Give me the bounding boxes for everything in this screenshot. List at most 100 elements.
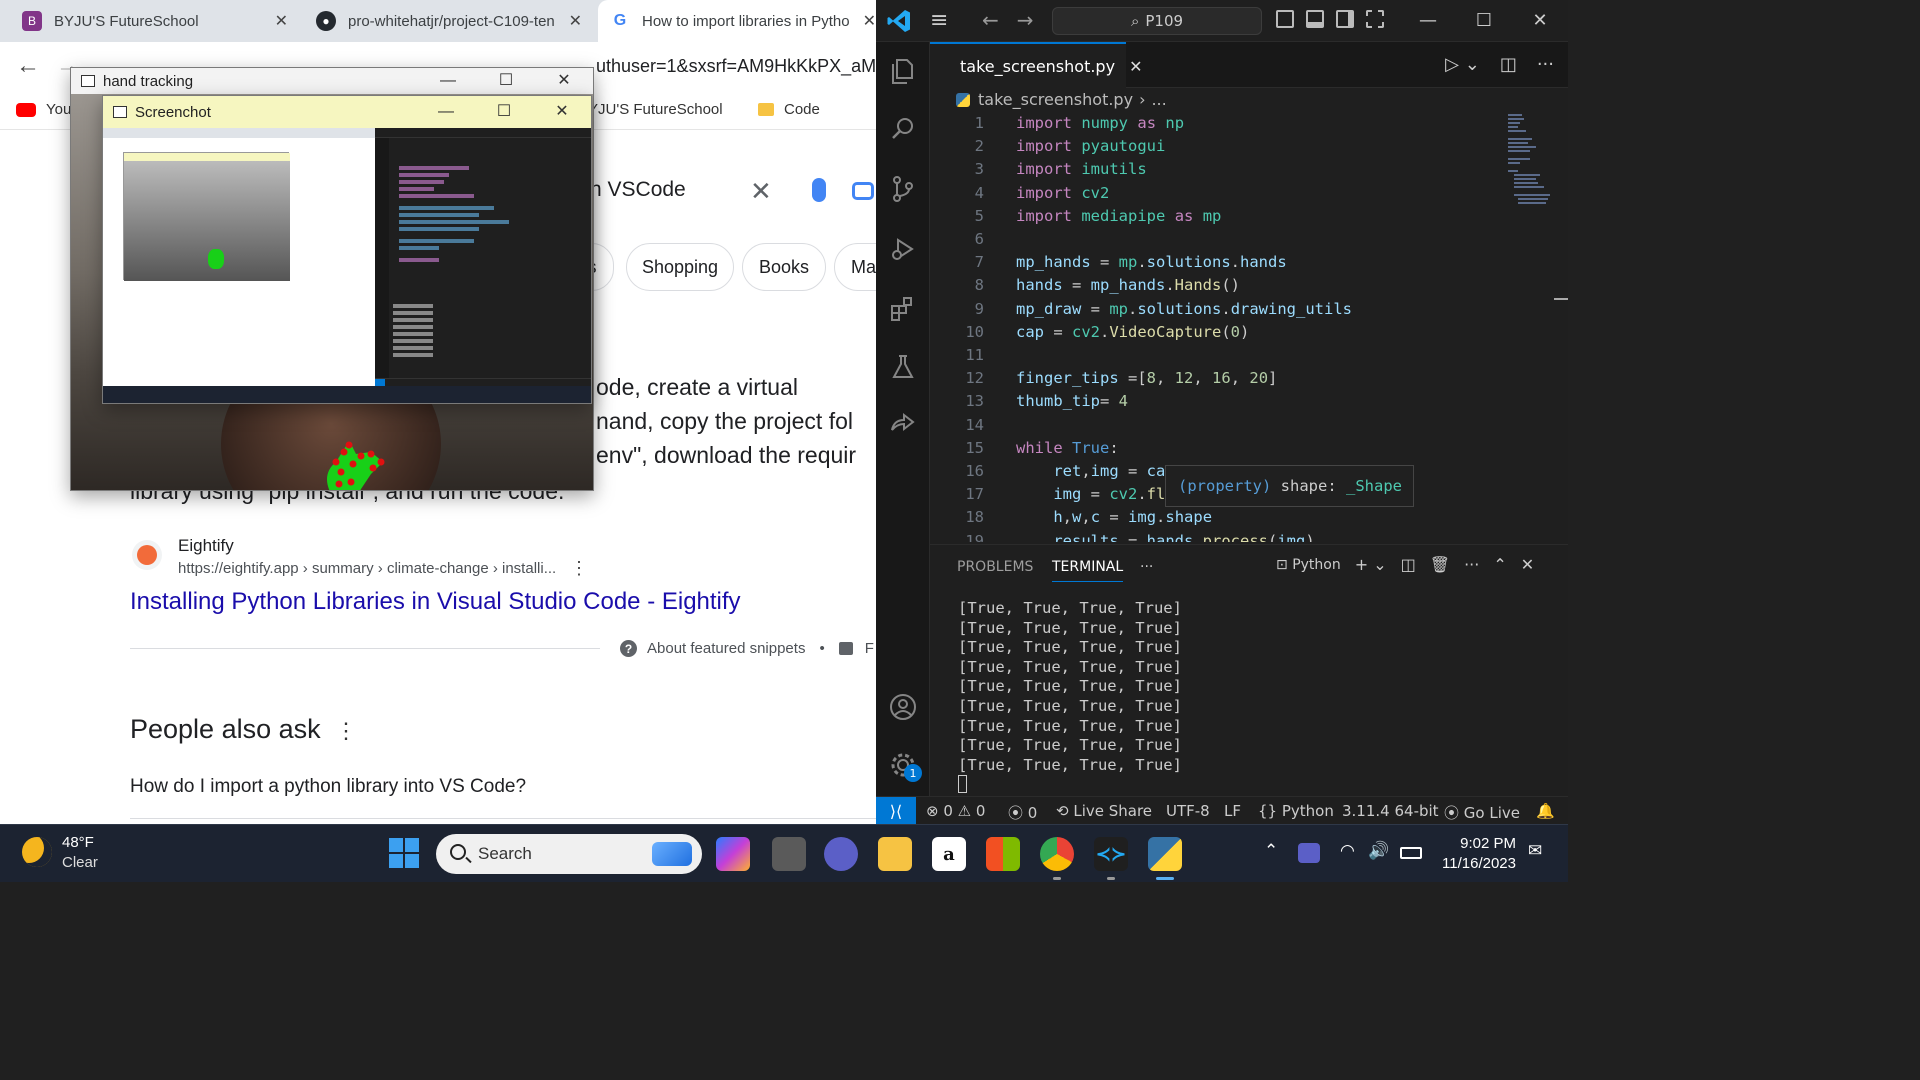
nav-arrows-icon[interactable]: ←→	[982, 8, 1052, 32]
language-status[interactable]: {} Python	[1258, 802, 1334, 820]
maximize-icon[interactable]: ☐	[475, 96, 533, 128]
microphone-icon[interactable]	[812, 178, 826, 202]
source-control-icon[interactable]	[888, 174, 918, 204]
command-center[interactable]: ⌕ P109	[1052, 7, 1262, 35]
code-line[interactable]: 2 import pyautogui	[930, 135, 1510, 158]
meet-icon[interactable]	[824, 837, 858, 871]
more-actions-icon[interactable]: ···	[1464, 555, 1479, 574]
browser-tab-github[interactable]: ● pro-whitehatjr/project-C109-ten ✕	[304, 0, 594, 42]
result-more-icon[interactable]: ⋮	[570, 558, 588, 579]
code-line[interactable]: 8 hands = mp_hands.Hands()	[930, 274, 1510, 297]
browser-tab-google[interactable]: G How to import libraries in Pytho ✕	[598, 0, 876, 42]
back-arrow-icon[interactable]: ←	[16, 52, 40, 80]
customize-layout-icon[interactable]	[1366, 10, 1384, 28]
minimize-icon[interactable]: —	[417, 96, 475, 128]
code-line[interactable]: 14	[930, 414, 1510, 437]
result-source-name[interactable]: Eightify	[178, 536, 234, 556]
python-icon[interactable]	[1148, 837, 1182, 871]
code-line[interactable]: 1 import numpy as np	[930, 112, 1510, 135]
close-panel-icon[interactable]: ✕	[1521, 555, 1534, 574]
terminal-output[interactable]: [True, True, True, True] [True, True, Tru…	[958, 599, 1182, 795]
teams-icon[interactable]	[1298, 843, 1320, 863]
ports-status[interactable]: ⦿ 0	[1008, 802, 1037, 823]
close-tab-icon[interactable]: ✕	[863, 11, 876, 31]
code-line[interactable]: 4 import cv2	[930, 182, 1510, 205]
extensions-icon[interactable]	[888, 294, 918, 324]
toggle-sidebar-icon[interactable]	[1276, 10, 1294, 28]
maximize-icon[interactable]: ☐	[477, 68, 535, 94]
interpreter-status[interactable]: 3.11.4 64-bit	[1342, 802, 1439, 820]
run-debug-icon[interactable]	[888, 234, 918, 264]
tab-problems[interactable]: PROBLEMS	[957, 559, 1033, 575]
split-terminal-icon[interactable]: ◫	[1401, 555, 1416, 574]
code-line[interactable]: 12 finger_tips =[8, 12, 16, 20]	[930, 367, 1510, 390]
accounts-icon[interactable]	[888, 692, 918, 722]
filter-chip-shopping[interactable]: Shopping	[626, 243, 734, 291]
encoding-status[interactable]: UTF-8	[1166, 802, 1210, 820]
windows-start-icon[interactable]	[389, 838, 419, 868]
volume-icon[interactable]: 🔊	[1368, 841, 1389, 861]
run-python-icon[interactable]: ▷ ⌄	[1445, 54, 1480, 75]
minimap[interactable]	[1506, 112, 1552, 212]
clear-search-icon[interactable]: ✕	[750, 176, 772, 207]
clock[interactable]: 9:02 PM 11/16/2023	[1440, 834, 1516, 874]
hamburger-menu-icon[interactable]: ≡	[930, 8, 948, 33]
file-explorer-icon[interactable]	[878, 837, 912, 871]
paa-more-icon[interactable]: ⋮	[335, 718, 357, 744]
minimize-icon[interactable]: —	[1400, 0, 1456, 42]
code-line[interactable]: 11	[930, 344, 1510, 367]
browser-tab-byjus[interactable]: B BYJU'S FutureSchool ✕	[10, 0, 300, 42]
close-tab-icon[interactable]: ✕	[275, 11, 288, 31]
breadcrumb-symbol[interactable]: ...	[1151, 90, 1166, 109]
notifications-bell-icon[interactable]: 🔔	[1536, 802, 1555, 820]
google-lens-icon[interactable]	[852, 182, 874, 200]
copilot-icon[interactable]	[716, 837, 750, 871]
close-icon[interactable]: ✕	[535, 68, 593, 94]
live-share-status[interactable]: ⟲ Live Share	[1056, 802, 1152, 820]
filter-chip-more[interactable]: Ma	[834, 243, 876, 291]
editor-tab-take-screenshot[interactable]: take_screenshot.py ✕	[930, 42, 1142, 88]
paa-question[interactable]: How do I import a python library into VS…	[130, 776, 526, 798]
result-title-link[interactable]: Installing Python Libraries in Visual St…	[130, 588, 741, 616]
testing-flask-icon[interactable]	[888, 352, 918, 382]
code-line[interactable]: 10 cap = cv2.VideoCapture(0)	[930, 321, 1510, 344]
code-line[interactable]: 7 mp_hands = mp.solutions.hands	[930, 251, 1510, 274]
about-featured-snippets[interactable]: ? About featured snippets • F	[620, 640, 874, 657]
trash-icon[interactable]: 🗑	[1430, 555, 1450, 574]
close-tab-icon[interactable]: ✕	[569, 11, 582, 31]
go-live-status[interactable]: ⦿ Go Live	[1444, 802, 1520, 823]
filter-chip-books[interactable]: Books	[742, 243, 826, 291]
code-line[interactable]: 13 thumb_tip= 4	[930, 390, 1510, 413]
problems-status[interactable]: ⊗ 0 ⚠ 0	[926, 802, 985, 820]
close-icon[interactable]: ✕	[1512, 0, 1568, 42]
scrollbar[interactable]	[1554, 298, 1568, 300]
code-line[interactable]: 9 mp_draw = mp.solutions.drawing_utils	[930, 298, 1510, 321]
feedback-label[interactable]: F	[865, 640, 874, 657]
code-line[interactable]: 6	[930, 228, 1510, 251]
live-share-icon[interactable]	[888, 410, 918, 440]
remote-indicator-icon[interactable]: ⟩⟨	[876, 797, 916, 824]
microsoft-store-icon[interactable]	[986, 837, 1020, 871]
new-terminal-icon[interactable]: + ⌄	[1355, 555, 1387, 574]
code-line[interactable]: 3 import imutils	[930, 158, 1510, 181]
wifi-icon[interactable]: ◠	[1340, 841, 1355, 861]
code-line[interactable]: 5 import mediapipe as mp	[930, 205, 1510, 228]
breadcrumb-file[interactable]: take_screenshot.py	[978, 90, 1133, 109]
bookmark-youtube[interactable]: You	[16, 101, 71, 118]
battery-icon[interactable]	[1400, 847, 1422, 859]
bookmark-code-folder[interactable]: Code	[758, 101, 820, 118]
code-line[interactable]: 18 h,w,c = img.shape	[930, 506, 1510, 529]
feedback-icon[interactable]	[838, 642, 853, 655]
amazon-icon[interactable]: a	[932, 837, 966, 871]
task-view-icon[interactable]	[772, 837, 806, 871]
url-text[interactable]: uthuser=1&sxsrf=AM9HkKkPX_aMm	[596, 56, 876, 77]
toggle-secondary-sidebar-icon[interactable]	[1336, 10, 1354, 28]
code-line[interactable]: 19 results = hands.process(img)	[930, 530, 1510, 542]
search-icon[interactable]	[888, 114, 918, 144]
more-tabs-icon[interactable]: ···	[1140, 559, 1153, 575]
split-editor-icon[interactable]: ◫	[1500, 54, 1517, 75]
toggle-panel-icon[interactable]	[1306, 10, 1324, 28]
minimize-icon[interactable]: —	[419, 68, 477, 94]
vscode-icon[interactable]: ≺≻	[1094, 837, 1128, 871]
maximize-icon[interactable]: ☐	[1456, 0, 1512, 42]
